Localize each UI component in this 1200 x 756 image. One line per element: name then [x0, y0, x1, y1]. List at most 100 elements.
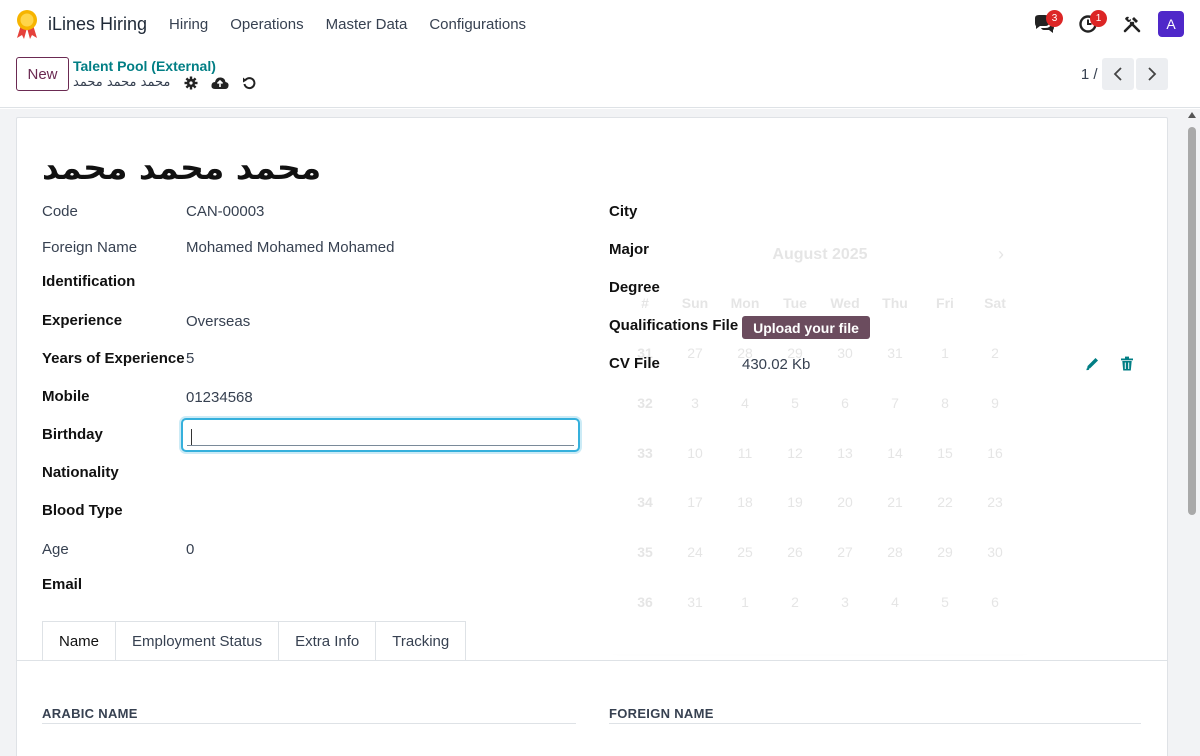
messages-button[interactable]: 3	[1028, 8, 1063, 40]
datepicker-day[interactable]: 2	[970, 345, 1020, 361]
datepicker-day[interactable]: 30	[820, 345, 870, 361]
datepicker-week-number: 34	[637, 494, 653, 510]
datepicker-day[interactable]: 8	[920, 395, 970, 411]
value-mobile[interactable]: 01234568	[186, 389, 253, 406]
datepicker-day[interactable]: 12	[770, 445, 820, 461]
datepicker-day[interactable]: 11	[720, 445, 770, 461]
datepicker-day[interactable]: 23	[970, 494, 1020, 510]
datepicker-day[interactable]: 9	[970, 395, 1020, 411]
datepicker-day[interactable]: 15	[920, 445, 970, 461]
activities-button[interactable]: 1	[1072, 8, 1107, 40]
datepicker-day[interactable]: 19	[770, 494, 820, 510]
datepicker-day[interactable]: 29	[920, 544, 970, 560]
page-scrollbar[interactable]	[1187, 112, 1197, 756]
datepicker-day[interactable]: 5	[770, 395, 820, 411]
datepicker-day[interactable]: 4	[720, 395, 770, 411]
menu-configurations[interactable]: Configurations	[429, 16, 526, 33]
datepicker-day[interactable]: 31	[670, 594, 720, 610]
app-title[interactable]: iLines Hiring	[48, 14, 147, 35]
datepicker-day[interactable]: 3	[820, 594, 870, 610]
datepicker-day[interactable]: 21	[870, 494, 920, 510]
datepicker-day[interactable]: 1	[920, 345, 970, 361]
datepicker-month[interactable]: August 2025	[606, 246, 1034, 264]
label-email: Email	[42, 576, 83, 593]
discard-icon[interactable]	[242, 76, 256, 90]
datepicker-day[interactable]: 28	[870, 544, 920, 560]
datepicker-day[interactable]: 31	[870, 345, 920, 361]
scroll-up-arrow-icon[interactable]	[1188, 112, 1196, 118]
datepicker-day[interactable]: 1	[720, 594, 770, 610]
datepicker-weekday-header: Fri	[936, 295, 954, 311]
scroll-thumb[interactable]	[1188, 127, 1196, 515]
gear-icon[interactable]	[184, 76, 198, 90]
value-years-of-experience[interactable]: 5	[186, 350, 194, 367]
value-age[interactable]: 0	[186, 541, 194, 558]
tabs-divider	[17, 660, 1168, 661]
menu-master-data[interactable]: Master Data	[326, 16, 408, 33]
user-avatar[interactable]: A	[1158, 11, 1184, 37]
text-caret	[191, 429, 192, 445]
datepicker-day[interactable]: 27	[820, 544, 870, 560]
section-divider	[42, 723, 576, 724]
trash-icon[interactable]	[1120, 356, 1134, 371]
datepicker-day[interactable]: 26	[770, 544, 820, 560]
pager-previous-button[interactable]	[1102, 58, 1134, 90]
activities-badge: 1	[1090, 10, 1107, 27]
app-logo-icon[interactable]	[14, 9, 40, 39]
value-experience[interactable]: Overseas	[186, 313, 250, 330]
label-identification: Identification	[42, 273, 136, 290]
datepicker-next-icon[interactable]: ›	[998, 244, 1004, 265]
cloud-save-icon[interactable]	[211, 76, 229, 90]
notebook-tabs: Name Employment Status Extra Info Tracki…	[42, 621, 467, 661]
label-experience: Experience	[42, 312, 123, 329]
breadcrumb-parent[interactable]: Talent Pool (External)	[73, 58, 216, 74]
upload-file-button[interactable]: Upload your file	[742, 316, 870, 339]
debug-tools-button[interactable]	[1116, 8, 1148, 40]
birthday-input[interactable]	[181, 418, 580, 452]
datepicker-day[interactable]: 13	[820, 445, 870, 461]
datepicker-week-number: 35	[637, 544, 653, 560]
label-city: City	[609, 203, 638, 220]
menu-operations[interactable]: Operations	[230, 16, 303, 33]
menu-hiring[interactable]: Hiring	[169, 16, 208, 33]
new-button[interactable]: New	[16, 57, 69, 91]
datepicker-week-number: 33	[637, 445, 653, 461]
datepicker-week-number: 32	[637, 395, 653, 411]
datepicker-day[interactable]: 17	[670, 494, 720, 510]
value-foreign-name[interactable]: Mohamed Mohamed Mohamed	[186, 239, 394, 256]
value-code[interactable]: CAN-00003	[186, 203, 264, 220]
datepicker-day[interactable]: 18	[720, 494, 770, 510]
datepicker-day[interactable]: 14	[870, 445, 920, 461]
datepicker-day[interactable]: 6	[970, 594, 1020, 610]
tab-tracking[interactable]: Tracking	[376, 621, 467, 661]
tab-extra-info[interactable]: Extra Info	[279, 621, 377, 661]
datepicker-day[interactable]: 16	[970, 445, 1020, 461]
chevron-right-icon	[1148, 67, 1157, 81]
navbar-systray: 3 1 A	[1016, 8, 1184, 40]
value-cv-file-size[interactable]: 430.02 Kb	[742, 356, 810, 373]
datepicker-day[interactable]: 10	[670, 445, 720, 461]
datepicker-weekday-header: Thu	[882, 295, 908, 311]
datepicker-day[interactable]: 30	[970, 544, 1020, 560]
label-qualifications-file: Qualifications File	[609, 317, 739, 334]
datepicker-day[interactable]: 22	[920, 494, 970, 510]
datepicker-day[interactable]: 24	[670, 544, 720, 560]
datepicker-day[interactable]: 7	[870, 395, 920, 411]
label-age: Age	[42, 541, 69, 558]
pencil-icon[interactable]	[1085, 356, 1100, 371]
datepicker-day[interactable]: 6	[820, 395, 870, 411]
breadcrumb: محمد محمد محمد	[73, 75, 256, 90]
birthday-datepicker[interactable]: August 2025 › # Sun Mon Tue Wed Thu Fri Sat 31 27…	[606, 222, 1034, 654]
datepicker-day[interactable]: 25	[720, 544, 770, 560]
datepicker-day[interactable]: 2	[770, 594, 820, 610]
tab-name[interactable]: Name	[42, 621, 117, 661]
datepicker-day[interactable]: 4	[870, 594, 920, 610]
datepicker-weekday-header: Sat	[984, 295, 1006, 311]
tab-employment-status[interactable]: Employment Status	[116, 621, 280, 661]
datepicker-day[interactable]: 5	[920, 594, 970, 610]
datepicker-day[interactable]: 27	[670, 345, 720, 361]
datepicker-day[interactable]: 20	[820, 494, 870, 510]
pager-next-button[interactable]	[1136, 58, 1168, 90]
chevron-left-icon	[1113, 67, 1122, 81]
datepicker-day[interactable]: 3	[670, 395, 720, 411]
